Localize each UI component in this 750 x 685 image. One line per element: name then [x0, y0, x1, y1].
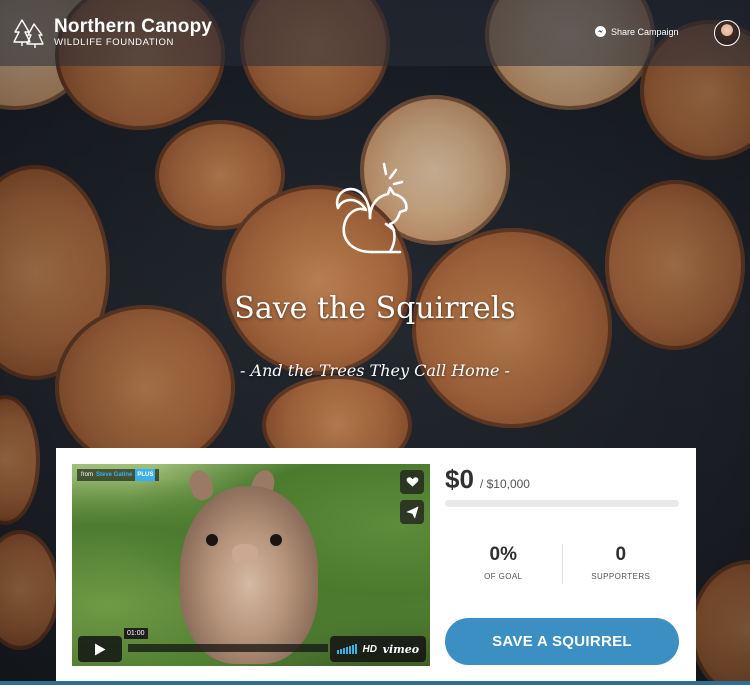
page-subtitle: - And the Trees They Call Home - — [240, 361, 510, 380]
page-title: Save the Squirrels — [234, 291, 516, 326]
top-nav-bar: Northern Canopy WILDLIFE FOUNDATION Shar… — [0, 0, 750, 66]
amount-raised: $0 — [445, 464, 474, 494]
bottom-accent-strip — [0, 681, 750, 685]
user-avatar[interactable] — [714, 20, 740, 46]
video-player[interactable]: from Steve Gatine PLUS 01:00 HD vimeo — [72, 464, 430, 666]
video-controls: 01:00 HD vimeo — [72, 628, 430, 666]
share-campaign-label: Share Campaign — [611, 26, 679, 37]
video-time: 01:00 — [124, 628, 148, 639]
like-button[interactable] — [400, 470, 424, 494]
percent-label: OF GOAL — [484, 572, 523, 581]
messenger-icon — [595, 26, 606, 37]
volume-icon[interactable] — [336, 644, 357, 654]
from-label: from — [81, 472, 93, 478]
paper-plane-icon — [406, 506, 418, 518]
video-right-controls: HD vimeo — [330, 636, 426, 662]
amount-goal: / $10,000 — [479, 477, 530, 491]
supporters-label: SUPPORTERS — [591, 572, 651, 581]
play-icon — [95, 643, 106, 655]
save-a-squirrel-button[interactable]: SAVE A SQUIRREL — [445, 618, 679, 665]
plus-badge: PLUS — [135, 469, 156, 481]
squirrel-icon — [335, 162, 408, 254]
video-author-link[interactable]: Steve Gatine — [96, 469, 132, 481]
percent-value: 0% — [489, 544, 517, 565]
video-attribution[interactable]: from Steve Gatine PLUS — [77, 469, 160, 481]
share-video-button[interactable] — [400, 500, 424, 524]
share-campaign-button[interactable]: Share Campaign — [595, 26, 679, 37]
vimeo-logo-link[interactable]: vimeo — [383, 643, 420, 656]
funding-progress-bar — [445, 500, 679, 507]
heart-icon — [406, 477, 418, 487]
play-button[interactable] — [78, 636, 122, 662]
brand-subtitle: WILDLIFE FOUNDATION — [54, 37, 174, 48]
campaign-stats: 0% OF GOAL 0 SUPPORTERS — [445, 544, 679, 584]
hd-toggle[interactable]: HD — [362, 644, 376, 655]
video-progress-bar[interactable] — [128, 644, 328, 652]
brand-logo-link[interactable]: Northern Canopy WILDLIFE FOUNDATION — [12, 16, 212, 50]
supporters-value: 0 — [615, 544, 627, 565]
stat-supporters: 0 SUPPORTERS — [561, 544, 680, 584]
funding-amount: $0 / $10,000 — [445, 464, 530, 495]
brand-name: Northern Canopy — [54, 16, 213, 37]
campaign-card: from Steve Gatine PLUS 01:00 HD vimeo $0… — [56, 448, 696, 685]
stat-percent-of-goal: 0% OF GOAL — [445, 544, 562, 584]
pine-trees-icon — [13, 19, 44, 48]
